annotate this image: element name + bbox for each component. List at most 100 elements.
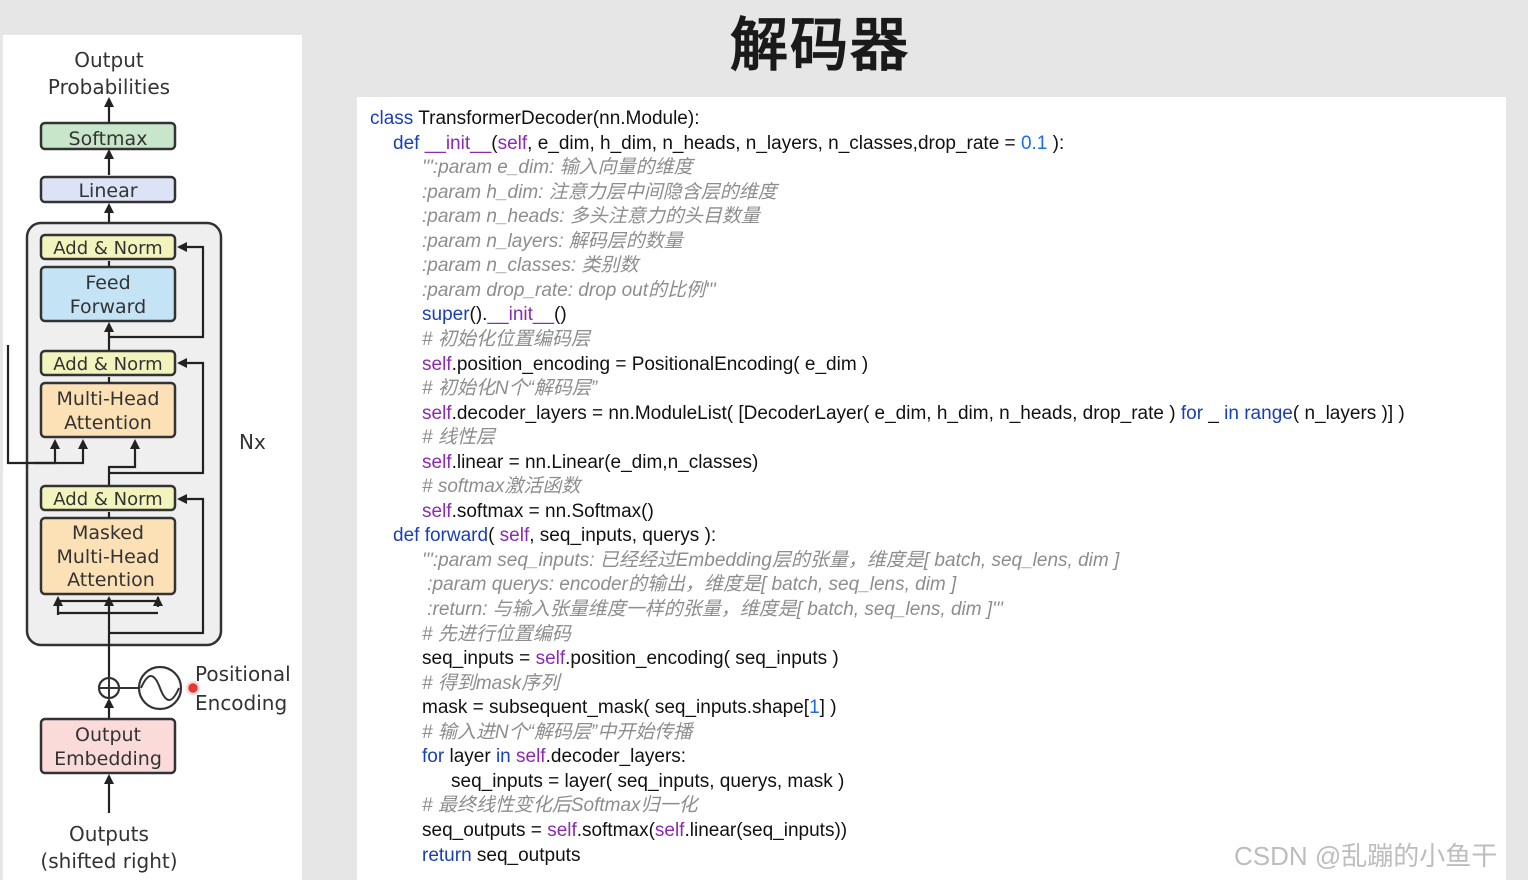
code-token: in <box>495 746 511 768</box>
code-token: layer <box>444 746 496 768</box>
add-norm-label-bottom: Add & Norm <box>53 489 162 510</box>
outputs-label-2: (shifted right) <box>40 849 177 873</box>
code-line: # 初始化N个“解码层” <box>422 377 597 401</box>
code-token: self <box>422 402 452 424</box>
code-token: # 先进行位置编码 <box>422 623 571 645</box>
code-line: # 得到mask序列 <box>422 672 559 696</box>
output-embedding-label-2: Embedding <box>54 748 162 770</box>
feed-forward-label-2: Forward <box>70 296 146 318</box>
code-token: :param n_classes: 类别数 <box>422 255 639 277</box>
code-line: return seq_outputs <box>422 844 580 868</box>
output-embedding-label-1: Output <box>75 724 141 746</box>
multi-head-attention-label-1: Multi-Head <box>57 388 160 410</box>
masked-attention-label-1: Masked <box>72 522 144 544</box>
code-token: # 得到mask序列 <box>422 672 560 694</box>
code-line: # 线性层 <box>422 426 495 450</box>
code-token: # 初始化位置编码层 <box>422 328 590 350</box>
code-token: , seq_inputs, querys ): <box>529 525 717 547</box>
code-line: def forward( self, seq_inputs, querys ): <box>393 524 716 548</box>
code-token: :param querys: encoder的输出，维度是[ batch, se… <box>422 574 957 596</box>
code-token: , e_dim, h_dim, n_heads, n_layers, n_cla… <box>527 132 1021 154</box>
positional-encoding-label-1: Positional <box>195 662 291 686</box>
code-line: for layer in self.decoder_layers: <box>422 745 686 769</box>
code-token: __init__ <box>487 304 555 326</box>
positional-encoding-label-2: Encoding <box>195 691 287 715</box>
code-token: # 最终线性变化后Softmax归一化 <box>422 795 698 817</box>
outputs-label-1: Outputs <box>69 822 149 846</box>
code-line: self.softmax = nn.Softmax() <box>422 500 654 524</box>
code-token: forward <box>424 525 489 547</box>
code-token: return <box>422 844 472 866</box>
code-token: _ <box>1203 402 1225 424</box>
softmax-label: Softmax <box>69 128 148 150</box>
code-token: .decoder_layers = nn.ModuleList( [Decode… <box>451 402 1181 424</box>
code-token: .position_encoding = PositionalEncoding(… <box>451 353 869 375</box>
code-token: self <box>547 819 577 841</box>
code-token: :param n_heads: 多头注意力的头目数量 <box>422 206 760 228</box>
code-line: ''':param seq_inputs: 已经经过Embedding层的张量，… <box>422 549 1119 573</box>
code-line: :param querys: encoder的输出，维度是[ batch, se… <box>422 573 956 597</box>
multi-head-attention-label-2: Attention <box>64 412 152 434</box>
code-line: :param drop_rate: drop out的比例''' <box>422 279 716 303</box>
code-token: .position_encoding( seq_inputs ) <box>565 648 839 670</box>
code-token: for <box>422 746 445 768</box>
linear-label: Linear <box>78 180 137 202</box>
code-line: # softmax激活函数 <box>422 475 580 499</box>
code-token: in <box>1224 402 1239 424</box>
code-token: # softmax激活函数 <box>422 476 581 498</box>
code-token: seq_outputs = <box>422 819 548 841</box>
code-token: for <box>1180 402 1204 424</box>
code-token: self <box>422 451 452 473</box>
code-line: self.decoder_layers = nn.ModuleList( [De… <box>422 402 1405 426</box>
code-line: # 最终线性变化后Softmax归一化 <box>422 794 698 818</box>
feed-forward-label-1: Feed <box>85 272 130 294</box>
code-token: .linear = nn.Linear(e_dim,n_classes) <box>451 451 759 473</box>
add-norm-label-middle: Add & Norm <box>53 354 162 375</box>
code-line: self.linear = nn.Linear(e_dim,n_classes) <box>422 451 758 475</box>
code-token: self <box>654 819 685 841</box>
code-line: :param n_classes: 类别数 <box>422 254 638 278</box>
code-token: self <box>535 648 566 670</box>
add-norm-label-top: Add & Norm <box>53 238 162 259</box>
code-token: :return: 与输入张量维度一样的张量，维度是[ batch, seq_le… <box>422 599 1004 620</box>
code-token: .linear(seq_inputs)) <box>684 819 848 841</box>
output-probabilities-label-1: Output <box>74 48 144 72</box>
code-token: __init__ <box>424 132 492 154</box>
code-token: ''':param e_dim: 输入向量的维度 <box>422 157 693 179</box>
code-token: 0.1 <box>1020 132 1048 154</box>
code-token: self <box>499 525 530 547</box>
decoder-architecture-diagram: Output Probabilities Softmax Linear Add … <box>3 35 302 880</box>
code-line: self.position_encoding = PositionalEncod… <box>422 353 868 377</box>
code-token: ''':param seq_inputs: 已经经过Embedding层的张量，… <box>422 549 1120 571</box>
code-line: class TransformerDecoder(nn.Module): <box>370 107 699 131</box>
code-line: # 输入进N个“解码层”中开始传播 <box>422 721 692 745</box>
code-line: :param n_heads: 多头注意力的头目数量 <box>422 205 760 229</box>
output-probabilities-label-2: Probabilities <box>48 75 170 99</box>
code-line: seq_inputs = self.position_encoding( seq… <box>422 647 839 671</box>
code-token: .softmax = nn.Softmax() <box>451 500 654 522</box>
code-token: 1 <box>809 697 820 719</box>
code-token: self <box>516 746 546 768</box>
code-line: ''':param e_dim: 输入向量的维度 <box>422 156 693 180</box>
code-token: self <box>422 353 452 375</box>
code-token: () <box>554 304 567 326</box>
slide-title: 解码器 <box>729 11 910 79</box>
masked-attention-label-2: Multi-Head <box>57 546 160 568</box>
code-token: mask = subsequent_mask( seq_inputs.shape… <box>422 697 810 719</box>
code-token: :param n_layers: 解码层的数量 <box>422 230 683 252</box>
diagram-canvas: Output Probabilities Softmax Linear Add … <box>6 48 291 873</box>
code-token: TransformerDecoder(nn.Module): <box>418 108 700 129</box>
code-token: ( <box>488 525 500 547</box>
code-token: ( n_layers )] ) <box>1292 402 1405 424</box>
code-line: :param n_layers: 解码层的数量 <box>422 230 683 254</box>
code-line: # 先进行位置编码 <box>422 623 571 647</box>
code-line: super().__init__() <box>422 303 567 327</box>
code-token: def <box>393 525 425 547</box>
code-line: :return: 与输入张量维度一样的张量，维度是[ batch, seq_le… <box>422 598 1003 622</box>
watermark: CSDN @乱蹦的小鱼干 <box>1234 841 1498 871</box>
code-token: range <box>1244 402 1293 424</box>
code-token: # 初始化N个“解码层” <box>422 378 598 400</box>
code-token: .decoder_layers: <box>545 746 687 768</box>
code-line: :param h_dim: 注意力层中间隐含层的维度 <box>422 181 777 205</box>
code-line: def __init__(self, e_dim, h_dim, n_heads… <box>393 132 1064 156</box>
